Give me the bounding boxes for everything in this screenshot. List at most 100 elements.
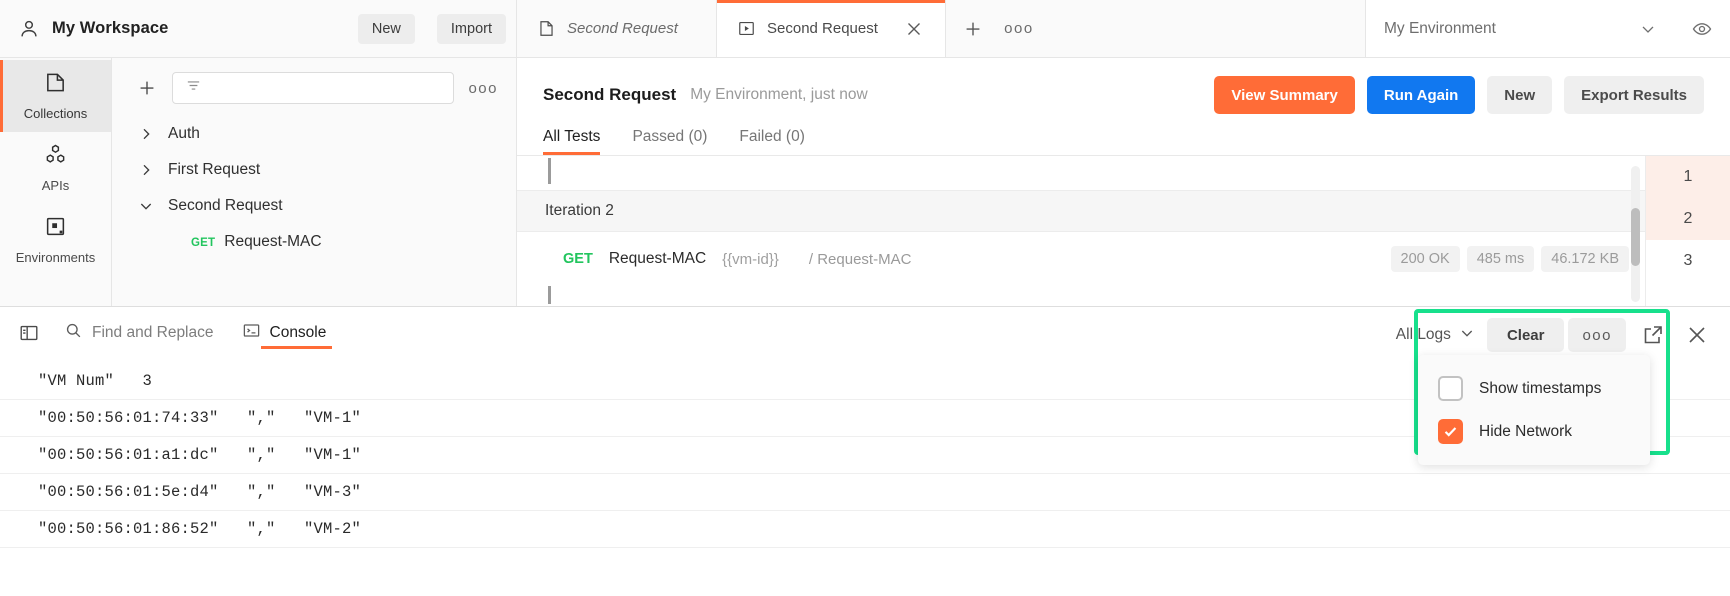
console-more-button[interactable]: ooo: [1568, 318, 1626, 352]
tab-second-request-runner[interactable]: Second Request: [717, 0, 946, 57]
menu-item-label: Show timestamps: [1479, 379, 1602, 397]
menu-item-label: Hide Network: [1479, 422, 1573, 440]
environment-name: My Environment: [1384, 19, 1496, 37]
view-summary-button[interactable]: View Summary: [1214, 76, 1355, 114]
iteration-number[interactable]: 1: [1646, 156, 1730, 198]
request-name: Request-MAC: [224, 233, 322, 250]
all-logs-filter[interactable]: All Logs: [1388, 325, 1483, 346]
more-horizontal-icon[interactable]: ooo: [468, 80, 502, 97]
request-method: GET: [563, 251, 593, 267]
more-horizontal-icon[interactable]: ooo: [996, 20, 1042, 37]
show-timestamps-checkbox[interactable]: [1438, 376, 1463, 401]
request-path: / Request-MAC: [808, 250, 912, 268]
eye-icon[interactable]: [1692, 19, 1712, 39]
results-scrollbar[interactable]: [1631, 166, 1640, 302]
menu-item-show-timestamps[interactable]: Show timestamps: [1418, 367, 1650, 410]
workspace-zone: My Workspace New Import: [0, 0, 517, 57]
result-request-row[interactable]: GET Request-MAC {{vm-id}} / Request-MAC …: [517, 232, 1645, 286]
tab-add-zone: ooo: [945, 0, 1046, 57]
console-controls: All Logs Clear ooo: [1388, 309, 1730, 361]
console-tab[interactable]: Console: [228, 307, 341, 359]
tab-failed[interactable]: Failed (0): [739, 128, 804, 155]
console-panel: Find and Replace Console All Logs Clear …: [0, 307, 1730, 596]
tree-item-label: First Request: [168, 161, 261, 178]
results-scrollbar-thumb[interactable]: [1631, 208, 1640, 266]
tab-label: Second Request: [567, 20, 678, 37]
request-method: GET: [191, 237, 216, 249]
workspace-title: My Workspace: [52, 19, 169, 37]
find-and-replace-label: Find and Replace: [92, 324, 214, 341]
runner-play-icon: [737, 19, 756, 38]
rail-label: Environments: [15, 250, 96, 265]
sidebar-toolbar: ooo: [112, 58, 516, 116]
close-icon[interactable]: [1680, 318, 1714, 352]
import-button[interactable]: Import: [436, 13, 506, 44]
log-row[interactable]: "00:50:56:01:5e:d4" "," "VM-3": [0, 474, 1730, 511]
results-scroll-body: Iteration 2 GET Request-MAC {{vm-id}} / …: [517, 156, 1645, 306]
clear-console-button[interactable]: Clear: [1486, 318, 1565, 352]
chevron-down-icon[interactable]: [1638, 19, 1658, 39]
environments-icon: [44, 215, 67, 243]
new-run-button[interactable]: New: [1487, 76, 1553, 114]
tree-item-auth[interactable]: Auth: [112, 116, 516, 152]
chevron-down-icon: [1459, 325, 1475, 346]
chevron-down-icon: [138, 198, 154, 214]
previous-iteration-connector: [517, 156, 1645, 190]
top-bar: My Workspace New Import Second Request S…: [0, 0, 1730, 58]
hide-network-checkbox[interactable]: [1438, 419, 1463, 444]
filter-input[interactable]: [172, 72, 455, 104]
console-toolbar: Find and Replace Console All Logs Clear …: [0, 307, 1730, 465]
runner-actions: View Summary Run Again New Export Result…: [1214, 76, 1704, 114]
next-iteration-connector: [517, 286, 1645, 304]
apis-icon: [44, 143, 67, 171]
tree-item-label: Second Request: [168, 197, 283, 214]
left-rail: Collections APIs Environments: [0, 58, 112, 306]
runner-results-pane: Second Request My Environment, just now …: [517, 58, 1730, 306]
all-logs-label: All Logs: [1395, 326, 1451, 343]
runner-header: Second Request My Environment, just now …: [517, 58, 1730, 114]
tab-all-tests[interactable]: All Tests: [543, 128, 601, 155]
chevron-right-icon: [138, 162, 154, 178]
chevron-right-icon: [138, 126, 154, 142]
request-name: Request-MAC: [608, 250, 707, 267]
export-results-button[interactable]: Export Results: [1564, 76, 1704, 114]
rail-label: Collections: [23, 106, 88, 121]
collections-icon: [44, 71, 67, 99]
results-tabstrip: All Tests Passed (0) Failed (0): [517, 114, 1730, 155]
user-icon: [18, 18, 40, 40]
tab-second-request-document[interactable]: Second Request: [517, 0, 717, 57]
runner-subtitle: My Environment, just now: [690, 86, 868, 103]
response-size-badge: 46.172 KB: [1541, 246, 1629, 272]
plus-icon[interactable]: [136, 77, 158, 99]
run-again-button[interactable]: Run Again: [1366, 76, 1476, 114]
document-icon: [537, 19, 556, 38]
log-row[interactable]: "00:50:56:01:86:52" "," "VM-2": [0, 511, 1730, 548]
close-icon[interactable]: [903, 18, 925, 40]
plus-icon[interactable]: [950, 18, 996, 40]
request-variable: {{vm-id}}: [722, 250, 779, 268]
middle-region: Collections APIs Environments ooo Auth F…: [0, 58, 1730, 307]
tree-item-second-request[interactable]: Second Request: [112, 188, 516, 224]
tab-strip: Second Request Second Request ooo: [517, 0, 1365, 57]
iteration-number[interactable]: 3: [1646, 240, 1730, 282]
tab-passed[interactable]: Passed (0): [632, 128, 707, 155]
external-link-icon[interactable]: [1636, 318, 1670, 352]
iteration-number-column: 1 2 3: [1645, 156, 1730, 306]
rail-item-environments[interactable]: Environments: [0, 204, 111, 276]
environment-selector[interactable]: My Environment: [1365, 0, 1730, 57]
new-button[interactable]: New: [357, 13, 415, 44]
layout-sidebar-icon[interactable]: [18, 322, 50, 344]
iteration-number[interactable]: 2: [1646, 198, 1730, 240]
menu-item-hide-network[interactable]: Hide Network: [1418, 410, 1650, 453]
tree-request-request-mac[interactable]: GET Request-MAC: [112, 224, 516, 260]
find-and-replace-button[interactable]: Find and Replace: [50, 307, 228, 359]
results-list: Iteration 2 GET Request-MAC {{vm-id}} / …: [517, 155, 1730, 306]
filter-icon: [185, 77, 202, 99]
tree-item-first-request[interactable]: First Request: [112, 152, 516, 188]
iteration-heading: Iteration 2: [517, 190, 1645, 232]
postman-app-window: My Workspace New Import Second Request S…: [0, 0, 1730, 596]
request-meta: 200 OK 485 ms 46.172 KB: [1390, 246, 1645, 272]
rail-item-apis[interactable]: APIs: [0, 132, 111, 204]
terminal-icon: [242, 321, 261, 345]
rail-item-collections[interactable]: Collections: [0, 60, 111, 132]
